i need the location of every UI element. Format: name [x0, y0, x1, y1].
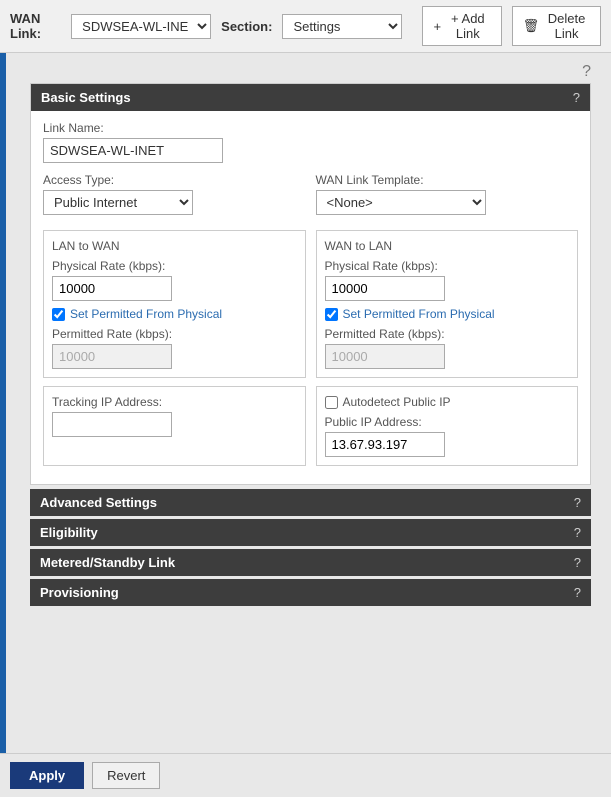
lan-set-permitted-checkbox[interactable] [52, 308, 65, 321]
wan-set-permitted-checkbox[interactable] [325, 308, 338, 321]
bottom-bar: Apply Revert [0, 753, 611, 797]
wan-set-permitted-row: Set Permitted From Physical [325, 307, 570, 321]
trash-icon: 🗑 [523, 18, 540, 34]
autodetect-checkbox[interactable] [325, 396, 338, 409]
access-type-col: Access Type: Public Internet [43, 173, 306, 215]
lan-set-permitted-row: Set Permitted From Physical [52, 307, 297, 321]
wan-template-select[interactable]: <None> [316, 190, 486, 215]
section-label: Section: [221, 19, 272, 34]
autodetect-box: Autodetect Public IP Public IP Address: [316, 386, 579, 466]
lan-physical-rate-input[interactable] [52, 276, 172, 301]
top-bar: WAN Link: SDWSEA-WL-INET Section: Settin… [0, 0, 611, 53]
access-type-select[interactable]: Public Internet [43, 190, 193, 215]
tracking-ip-input[interactable] [52, 412, 172, 437]
tracking-ip-label: Tracking IP Address: [52, 395, 297, 409]
metered-standby-title: Metered/Standby Link [40, 555, 175, 570]
wan-physical-rate-input[interactable] [325, 276, 445, 301]
section-select[interactable]: Settings [282, 14, 402, 39]
left-accent-bar [0, 53, 6, 753]
eligibility-help[interactable]: ? [574, 525, 581, 540]
lan-permitted-rate-label: Permitted Rate (kbps): [52, 327, 297, 341]
lan-set-permitted-label: Set Permitted From Physical [70, 307, 222, 321]
lan-physical-rate-label: Physical Rate (kbps): [52, 259, 297, 273]
eligibility-header[interactable]: Eligibility ? [30, 519, 591, 546]
metered-standby-help[interactable]: ? [574, 555, 581, 570]
wan-link-label: WAN Link: [10, 11, 61, 41]
advanced-settings-header[interactable]: Advanced Settings ? [30, 489, 591, 516]
wan-physical-rate-label: Physical Rate (kbps): [325, 259, 570, 273]
eligibility-title: Eligibility [40, 525, 98, 540]
wan-template-label: WAN Link Template: [316, 173, 579, 187]
metered-standby-header[interactable]: Metered/Standby Link ? [30, 549, 591, 576]
link-name-input[interactable] [43, 138, 223, 163]
basic-settings-header: Basic Settings ? [31, 84, 590, 111]
provisioning-header[interactable]: Provisioning ? [30, 579, 591, 606]
advanced-settings-title: Advanced Settings [40, 495, 157, 510]
lan-to-wan-box: LAN to WAN Physical Rate (kbps): Set Per… [43, 230, 306, 378]
lan-to-wan-title: LAN to WAN [52, 239, 297, 253]
lan-permitted-rate-input[interactable] [52, 344, 172, 369]
link-name-row: Link Name: [43, 121, 578, 163]
basic-settings-body: Link Name: Access Type: Public Internet … [31, 111, 590, 484]
plus-icon: + [433, 19, 441, 34]
provisioning-title: Provisioning [40, 585, 119, 600]
autodetect-label: Autodetect Public IP [343, 395, 451, 409]
public-ip-input[interactable] [325, 432, 445, 457]
add-link-button[interactable]: + + Add Link [422, 6, 501, 46]
tracking-autodetect-row: Tracking IP Address: Autodetect Public I… [43, 386, 578, 466]
delete-link-button[interactable]: 🗑 Delete Link [512, 6, 601, 46]
wan-permitted-rate-label: Permitted Rate (kbps): [325, 327, 570, 341]
basic-settings-title: Basic Settings [41, 90, 131, 105]
top-help-icon[interactable]: ? [30, 63, 591, 81]
advanced-settings-help[interactable]: ? [574, 495, 581, 510]
wan-permitted-rate-input[interactable] [325, 344, 445, 369]
access-type-label: Access Type: [43, 173, 306, 187]
wan-template-col: WAN Link Template: <None> [316, 173, 579, 215]
link-name-label: Link Name: [43, 121, 578, 135]
wan-to-lan-title: WAN to LAN [325, 239, 570, 253]
tracking-ip-box: Tracking IP Address: [43, 386, 306, 466]
wan-set-permitted-label: Set Permitted From Physical [343, 307, 495, 321]
basic-settings-help[interactable]: ? [573, 90, 580, 105]
public-ip-label: Public IP Address: [325, 415, 570, 429]
autodetect-check-row: Autodetect Public IP [325, 395, 570, 409]
revert-button[interactable]: Revert [92, 762, 160, 789]
main-content: ? Basic Settings ? Link Name: Access Typ… [0, 53, 611, 753]
apply-button[interactable]: Apply [10, 762, 84, 789]
access-template-row: Access Type: Public Internet WAN Link Te… [43, 173, 578, 215]
provisioning-help[interactable]: ? [574, 585, 581, 600]
rates-row: LAN to WAN Physical Rate (kbps): Set Per… [43, 230, 578, 378]
wan-link-select[interactable]: SDWSEA-WL-INET [71, 14, 211, 39]
wan-to-lan-box: WAN to LAN Physical Rate (kbps): Set Per… [316, 230, 579, 378]
basic-settings-panel: Basic Settings ? Link Name: Access Type:… [30, 83, 591, 485]
